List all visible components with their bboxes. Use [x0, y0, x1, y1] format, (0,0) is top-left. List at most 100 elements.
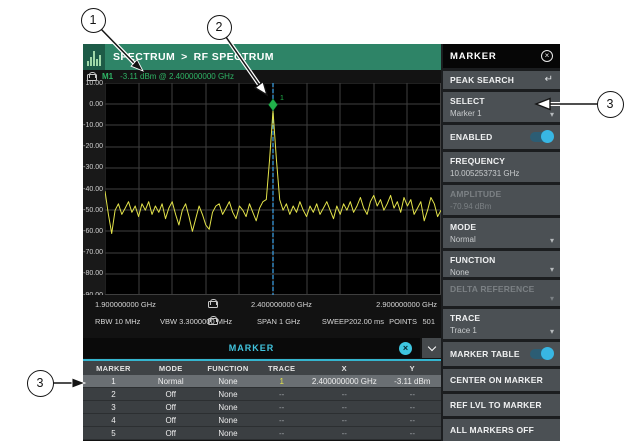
enabled-toggle[interactable]: ENABLED	[443, 125, 560, 149]
all-markers-off-button[interactable]: ALL MARKERS OFF	[443, 419, 560, 441]
breadcrumb-measurement[interactable]: SPECTRUM	[113, 51, 175, 63]
table-cell: 2	[83, 390, 144, 399]
close-icon[interactable]: ×	[541, 50, 553, 62]
table-cell: --	[305, 403, 384, 412]
table-cell: --	[258, 429, 305, 438]
center-on-marker-button[interactable]: CENTER ON MARKER	[443, 369, 560, 391]
points-value: 501	[422, 317, 435, 326]
spectrum-trace-svg: 1	[105, 83, 441, 295]
x-axis-center: 2.400000000 GHz	[251, 300, 312, 309]
y-axis-label: -40.00	[83, 186, 103, 194]
breadcrumb[interactable]: SPECTRUM > RF SPECTRUM	[113, 51, 274, 63]
amplitude-field: AMPLITUDE -70.94 dBm	[443, 185, 560, 215]
lock-icon[interactable]	[208, 299, 216, 308]
x-axis-labels: 1.900000000 GHz 2.400000000 GHz 2.900000…	[83, 295, 441, 312]
marker-table-title: MARKER	[83, 343, 420, 353]
chevron-down-icon	[427, 342, 435, 350]
caret-down-icon: ▾	[550, 295, 554, 303]
table-cell: None	[198, 377, 259, 386]
callout-3-right: 3	[597, 91, 624, 118]
table-cell: None	[198, 390, 259, 399]
breadcrumb-view[interactable]: RF SPECTRUM	[194, 51, 274, 63]
table-row[interactable]: 1NormalNone12.400000000 GHz-3.11 dBm	[83, 375, 441, 388]
col-mode: MODE	[144, 364, 198, 373]
table-cell: 2.400000000 GHz	[305, 377, 384, 386]
peak-search-button[interactable]: PEAK SEARCH ↵	[443, 71, 560, 89]
plot-column: SPECTRUM > RF SPECTRUM M1 -3.11 dBm @ 2.…	[83, 44, 441, 441]
ref-lvl-to-marker-button[interactable]: REF LVL TO MARKER	[443, 394, 560, 416]
table-row[interactable]: 2OffNone------	[83, 388, 441, 401]
table-cell: --	[384, 416, 441, 425]
marker-table: MARKER × MARKER MODE FUNCTION TRACE X Y	[83, 338, 441, 441]
table-cell: Off	[144, 429, 198, 438]
marker-readout-label: M1	[102, 72, 113, 81]
spectrum-plot[interactable]: 1	[105, 83, 441, 295]
marker-table-title-bar: MARKER ×	[83, 338, 420, 358]
table-cell: --	[258, 403, 305, 412]
col-function: FUNCTION	[198, 364, 259, 373]
app-logo-icon	[83, 44, 105, 70]
table-cell: None	[198, 416, 259, 425]
table-cell: Off	[144, 390, 198, 399]
lock-icon[interactable]	[208, 316, 216, 325]
x-axis-stop: 2.900000000 GHz	[376, 300, 437, 309]
table-cell: None	[198, 429, 259, 438]
trace-dropdown[interactable]: TRACE Trace 1 ▾	[443, 309, 560, 339]
table-cell: 4	[83, 416, 144, 425]
table-cell: --	[305, 429, 384, 438]
table-cell: Off	[144, 416, 198, 425]
sweep-settings-row: RBW 10 MHz VBW 3.3000000 MHz SPAN 1 GHz …	[83, 312, 441, 330]
table-cell: 3	[83, 403, 144, 412]
sweep-label: SWEEP	[322, 317, 349, 326]
mode-dropdown[interactable]: MODE Normal ▾	[443, 218, 560, 248]
table-cell: Normal	[144, 377, 198, 386]
caret-down-icon: ▾	[550, 237, 554, 245]
table-cell: --	[384, 429, 441, 438]
rbw-value[interactable]: RBW 10 MHz	[95, 317, 140, 326]
vbw-value[interactable]: VBW 3.3000000 MHz	[160, 317, 232, 326]
marker-table-header: MARKER MODE FUNCTION TRACE X Y	[83, 361, 441, 375]
marker-panel-title: MARKER	[450, 51, 497, 62]
col-marker: MARKER	[83, 364, 144, 373]
svg-text:1: 1	[280, 95, 284, 102]
table-cell: -3.11 dBm	[384, 377, 441, 386]
function-dropdown[interactable]: FUNCTION None ▾	[443, 251, 560, 277]
callout-3-left: 3	[27, 370, 54, 397]
collapse-table-button[interactable]	[422, 338, 441, 358]
table-cell: --	[305, 390, 384, 399]
points-label: POINTS	[389, 317, 417, 326]
y-axis-label: -50.00	[83, 207, 103, 215]
marker-table-rows: 1NormalNone12.400000000 GHz-3.11 dBm2Off…	[83, 375, 441, 440]
table-cell: Off	[144, 403, 198, 412]
marker-readout-value: -3.11 dBm @ 2.400000000 GHz	[120, 72, 234, 81]
y-axis-label: -20.00	[83, 143, 103, 151]
table-cell: None	[198, 403, 259, 412]
span-value[interactable]: SPAN 1 GHz	[257, 317, 300, 326]
marker-panel-header: MARKER ×	[443, 44, 560, 68]
marker-table-toggle[interactable]: MARKER TABLE	[443, 342, 560, 366]
table-cell: --	[258, 416, 305, 425]
callout-2: 2	[207, 15, 232, 40]
y-axis-label: -80.00	[83, 270, 103, 278]
table-cell: 1	[83, 377, 144, 386]
figure-page: SPECTRUM > RF SPECTRUM M1 -3.11 dBm @ 2.…	[0, 0, 634, 441]
table-row[interactable]: 5OffNone------	[83, 427, 441, 440]
toggle-on-icon[interactable]	[530, 132, 553, 142]
toggle-on-icon[interactable]	[530, 349, 553, 359]
select-marker-dropdown[interactable]: SELECT Marker 1 ▾	[443, 92, 560, 122]
delta-reference-dropdown: DELTA REFERENCE ▾	[443, 280, 560, 306]
x-axis-start: 1.900000000 GHz	[95, 300, 156, 309]
frequency-field[interactable]: FREQUENCY 10.005253731 GHz	[443, 152, 560, 182]
title-bar: SPECTRUM > RF SPECTRUM	[83, 44, 441, 70]
table-cell: 5	[83, 429, 144, 438]
table-row[interactable]: 3OffNone------	[83, 401, 441, 414]
caret-down-icon: ▾	[550, 328, 554, 336]
table-row[interactable]: 4OffNone------	[83, 414, 441, 427]
table-cell: --	[384, 403, 441, 412]
col-trace: TRACE	[258, 364, 305, 373]
y-axis-label: 0.00	[83, 101, 103, 109]
y-axis-label: -70.00	[83, 249, 103, 257]
table-cell: 1	[258, 377, 305, 386]
sweep-value: 202.00 ms	[349, 317, 384, 326]
close-icon[interactable]: ×	[399, 342, 412, 355]
